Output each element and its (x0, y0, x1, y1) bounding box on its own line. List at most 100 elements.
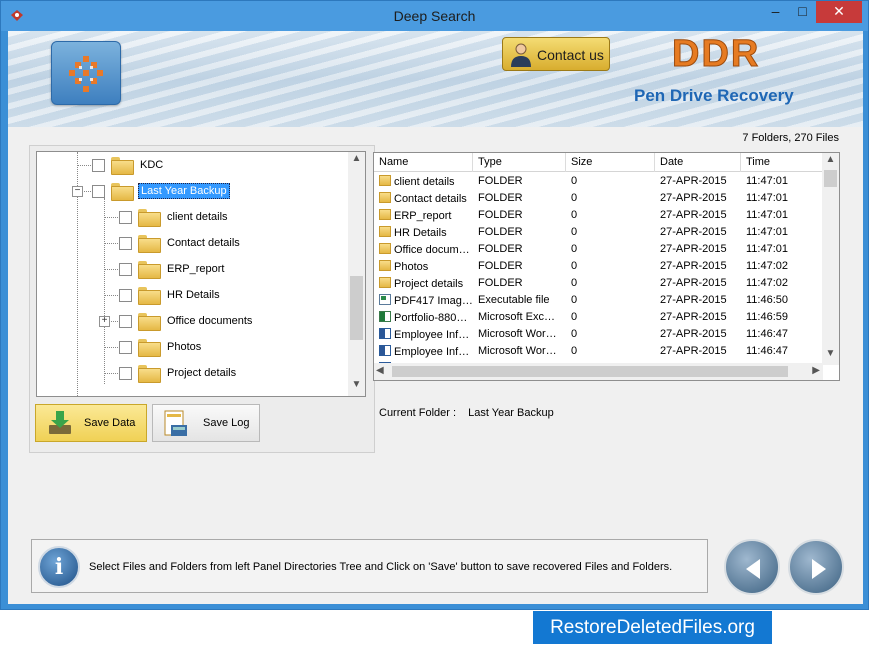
table-row[interactable]: HR Details FOLDER 0 27-APR-2015 11:47:01 (374, 224, 823, 241)
cell-size: 0 (566, 258, 655, 275)
cell-name: client details (374, 173, 473, 190)
scroll-thumb[interactable] (824, 170, 837, 187)
cell-text: 11:47:02 (746, 260, 789, 272)
tree-node[interactable]: Project details (119, 362, 238, 384)
cell-text: 0 (571, 294, 578, 306)
cell-type: Executable file (473, 292, 566, 309)
website-banner[interactable]: RestoreDeletedFiles.org (533, 611, 772, 644)
next-button[interactable] (788, 539, 844, 595)
table-row[interactable]: Photos FOLDER 0 27-APR-2015 11:47:02 (374, 258, 823, 275)
cell-text: 27-APR-2015 (660, 345, 727, 357)
collapse-toggle[interactable]: − (72, 186, 83, 197)
tree-checkbox[interactable] (119, 236, 132, 250)
cell-text: 27-APR-2015 (660, 328, 727, 340)
tree-node[interactable]: client details (119, 206, 230, 228)
logo (51, 41, 121, 105)
tree-node[interactable]: Photos (119, 336, 203, 358)
table-row[interactable]: Office docum… FOLDER 0 27-APR-2015 11:47:01 (374, 241, 823, 258)
maximize-button[interactable]: □ (789, 1, 816, 23)
cell-text: Microsoft Exc… (478, 311, 556, 323)
contact-us-button[interactable]: Contact us (502, 37, 610, 71)
tree-checkbox[interactable] (119, 366, 132, 380)
cell-name: PDF417 Imag… (374, 292, 473, 309)
cell-size: 0 (566, 326, 655, 343)
close-button[interactable]: ✕ (816, 1, 862, 23)
cell-text: 0 (571, 260, 578, 272)
cell-text: Microsoft Wor… (478, 328, 557, 340)
cell-size: 0 (566, 190, 655, 207)
table-row[interactable]: Portfolio-880… Microsoft Exc… 0 27-APR-2015… (374, 309, 823, 326)
tree-node-label: KDC (140, 159, 164, 171)
tree-node-label: Office documents (167, 315, 253, 327)
table-row[interactable]: ERP_report FOLDER 0 27-APR-2015 11:47:01 (374, 207, 823, 224)
column-header-time[interactable]: Time (741, 153, 823, 172)
info-bar: i Select Files and Folders from left Pan… (31, 539, 708, 593)
cell-date: 27-APR-2015 (655, 241, 741, 258)
tree-node[interactable]: Office documents (119, 310, 254, 332)
hscroll-thumb[interactable] (392, 366, 788, 377)
folder-icon (111, 157, 134, 175)
table-row[interactable]: Project details FOLDER 0 27-APR-2015 11:47:0… (374, 275, 823, 292)
current-folder-label: Current Folder : (379, 407, 457, 419)
folder-icon (138, 287, 161, 305)
scroll-down-icon[interactable]: ▼ (822, 348, 839, 364)
cell-date: 27-APR-2015 (655, 343, 741, 360)
contact-us-label: Contact us (537, 47, 604, 63)
cell-text: 27-APR-2015 (660, 192, 727, 204)
folder-icon (138, 209, 161, 227)
tree-node[interactable]: ERP_report (119, 258, 226, 280)
file-list-hscrollbar[interactable]: ◀ ▶ (374, 363, 823, 380)
save-log-button[interactable]: Save Log (152, 404, 260, 442)
directory-tree[interactable]: − + KDC Last Year Backup client details … (36, 151, 366, 397)
tree-checkbox[interactable] (119, 288, 132, 302)
folder-icon (138, 339, 161, 357)
tree-node-label: Contact details (167, 237, 240, 249)
cell-text: Office docum… (394, 244, 470, 256)
file-list-scrollbar[interactable]: ▲ ▼ (822, 153, 839, 365)
scroll-right-icon[interactable]: ▶ (812, 365, 820, 376)
table-row[interactable]: Employee Inf… Microsoft Wor… 0 27-APR-2015 1… (374, 343, 823, 360)
person-icon (511, 43, 531, 67)
column-header-name[interactable]: Name (374, 153, 473, 172)
table-row[interactable]: Contact details FOLDER 0 27-APR-2015 11:47:0… (374, 190, 823, 207)
minimize-button[interactable]: – (762, 1, 789, 23)
column-header-type[interactable]: Type (473, 153, 566, 172)
scroll-up-icon[interactable]: ▲ (348, 153, 365, 169)
file-list[interactable]: Name Type Size Date Time client details F… (373, 152, 840, 381)
tree-checkbox[interactable] (92, 184, 105, 198)
tree-checkbox[interactable] (92, 158, 105, 172)
column-header-date[interactable]: Date (655, 153, 741, 172)
column-header-size[interactable]: Size (566, 153, 655, 172)
tree-checkbox[interactable] (119, 262, 132, 276)
tree-checkbox[interactable] (119, 340, 132, 354)
tree-node-selected[interactable]: Last Year Backup (92, 180, 230, 202)
tree-checkbox[interactable] (119, 210, 132, 224)
back-button[interactable] (724, 539, 780, 595)
scroll-down-icon[interactable]: ▼ (348, 379, 365, 395)
cell-name: Project details (374, 275, 473, 292)
save-icon (49, 411, 71, 434)
save-data-button[interactable]: Save Data (35, 404, 147, 442)
cell-time: 11:47:01 (741, 173, 823, 190)
expand-toggle[interactable]: + (99, 316, 110, 327)
tree-node[interactable]: KDC (92, 154, 165, 176)
folder-icon (379, 277, 391, 288)
cell-text: FOLDER (478, 277, 523, 289)
table-row[interactable]: Employee Inf… Microsoft Wor… 0 27-APR-2015 1… (374, 326, 823, 343)
cell-text: 11:46:50 (746, 294, 789, 306)
cell-text: PDF417 Imag… (394, 295, 473, 307)
excel-file-icon (379, 311, 391, 322)
cell-text: FOLDER (478, 226, 523, 238)
tree-scrollbar[interactable]: ▲ ▼ (348, 152, 365, 396)
scroll-thumb[interactable] (350, 276, 363, 340)
tree-node[interactable]: Contact details (119, 232, 242, 254)
scroll-left-icon[interactable]: ◀ (376, 365, 384, 376)
cell-text: 27-APR-2015 (660, 175, 727, 187)
cell-text: 0 (571, 243, 578, 255)
table-row[interactable]: client details FOLDER 0 27-APR-2015 11:47:01 (374, 173, 823, 190)
tree-node[interactable]: HR Details (119, 284, 222, 306)
tree-checkbox[interactable] (119, 314, 132, 328)
scroll-up-icon[interactable]: ▲ (822, 154, 839, 170)
table-row[interactable]: PDF417 Imag… Executable file 0 27-APR-2015 1… (374, 292, 823, 309)
cell-text: 0 (571, 311, 578, 323)
